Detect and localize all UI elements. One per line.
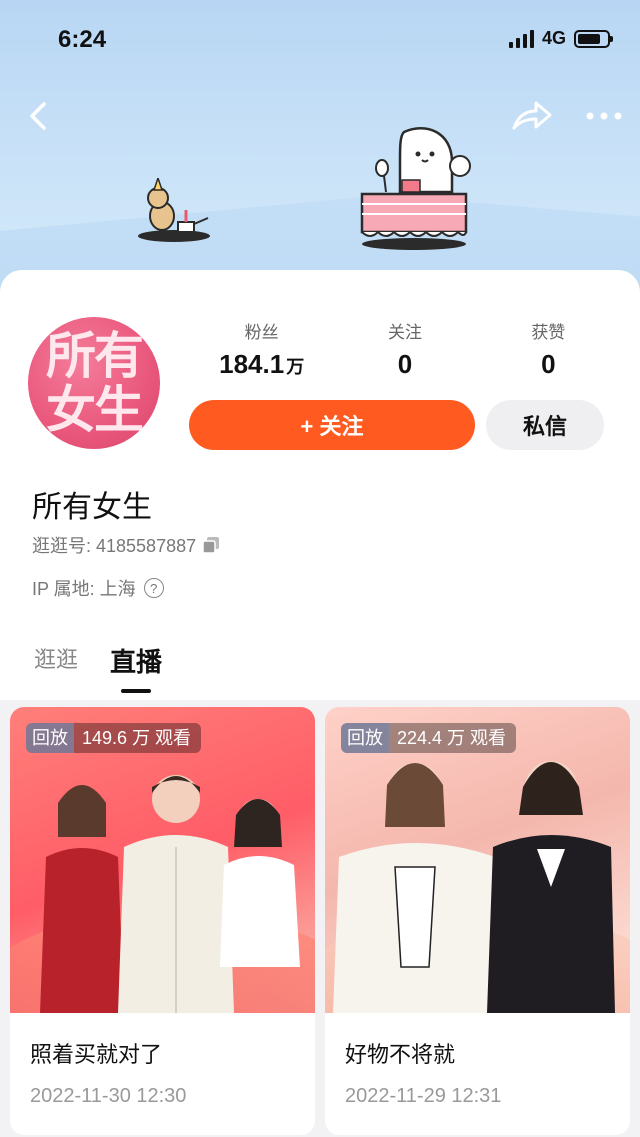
stat-value: 0 xyxy=(397,349,413,379)
replay-label: 回放 xyxy=(26,723,74,753)
live-replay-grid: 回放 149.6 万 观看 照着买就对了 2022-11-30 12:30 回放… xyxy=(10,707,630,1135)
replay-card[interactable]: 回放 224.4 万 观看 好物不将就 2022-11-29 12:31 xyxy=(325,707,630,1135)
status-bar: 6:24 4G xyxy=(0,0,640,80)
stat-label: 获赞 xyxy=(531,323,566,342)
account-id-text: 逛逛号: 4185587887 xyxy=(32,536,197,556)
share-icon[interactable] xyxy=(508,96,556,136)
stat-label: 关注 xyxy=(387,323,422,342)
profile-header-banner: 6:24 4G xyxy=(0,0,640,300)
profile-name: 所有女生 xyxy=(32,491,152,524)
tab-browse[interactable]: 逛逛 xyxy=(34,642,78,679)
profile-card: 所有 女生 粉丝 184.1 万 关注 0 获赞 0 + 关注 私信 所有女生 逛… xyxy=(0,270,640,700)
view-count: 224.4 万 观看 xyxy=(389,723,517,753)
avatar-text-line2: 女生 xyxy=(46,381,144,439)
ip-location-text: IP 属地: 上海 xyxy=(32,579,136,599)
status-time: 6:24 xyxy=(58,26,107,53)
hosts-image xyxy=(333,761,615,1013)
profile-stats: 粉丝 184.1 万 关注 0 获赞 0 xyxy=(190,318,620,388)
stat-fans[interactable]: 粉丝 184.1 万 xyxy=(190,318,333,388)
replay-title: 照着买就对了 xyxy=(30,1042,163,1067)
replay-thumbnail: 回放 224.4 万 观看 xyxy=(325,707,630,1013)
copy-icon[interactable] xyxy=(202,536,220,554)
more-options-icon[interactable] xyxy=(584,106,624,126)
stat-following[interactable]: 关注 0 xyxy=(333,318,476,388)
back-arrow-icon[interactable] xyxy=(22,96,58,136)
stat-label: 粉丝 xyxy=(244,323,279,342)
replay-badge: 回放 149.6 万 观看 xyxy=(26,723,202,753)
stat-likes[interactable]: 获赞 0 xyxy=(477,318,620,388)
signal-icon xyxy=(508,29,534,48)
status-indicators: 4G xyxy=(508,28,613,49)
network-type: 4G xyxy=(541,28,566,48)
view-count: 149.6 万 观看 xyxy=(74,723,202,753)
replay-time: 2022-11-30 12:30 xyxy=(30,1085,187,1107)
replay-card[interactable]: 回放 149.6 万 观看 照着买就对了 2022-11-30 12:30 xyxy=(10,707,315,1135)
replay-thumbnail: 回放 149.6 万 观看 xyxy=(10,707,315,1013)
hosts-image xyxy=(40,775,300,1013)
dog-with-cake-illustration xyxy=(138,178,210,242)
content-tabs: 逛逛 直播 xyxy=(34,642,162,693)
stat-value: 184.1 万 xyxy=(219,349,305,379)
replay-label: 回放 xyxy=(341,723,389,753)
avatar[interactable]: 所有 女生 xyxy=(28,317,160,449)
help-icon[interactable]: ? xyxy=(143,578,164,598)
tab-live[interactable]: 直播 xyxy=(110,642,162,693)
replay-title: 好物不将就 xyxy=(345,1042,456,1067)
ip-location: IP 属地: 上海 ? xyxy=(32,575,164,601)
follow-button[interactable]: + 关注 xyxy=(189,400,475,450)
replay-badge: 回放 224.4 万 观看 xyxy=(341,723,517,753)
message-button[interactable]: 私信 xyxy=(486,400,604,450)
account-id: 逛逛号: 4185587887 xyxy=(32,532,220,558)
ghost-with-cake-illustration xyxy=(360,127,471,250)
replay-time: 2022-11-29 12:31 xyxy=(345,1085,502,1107)
stat-value: 0 xyxy=(541,349,556,379)
avatar-text-line1: 所有 xyxy=(46,327,144,385)
battery-icon xyxy=(574,29,613,48)
